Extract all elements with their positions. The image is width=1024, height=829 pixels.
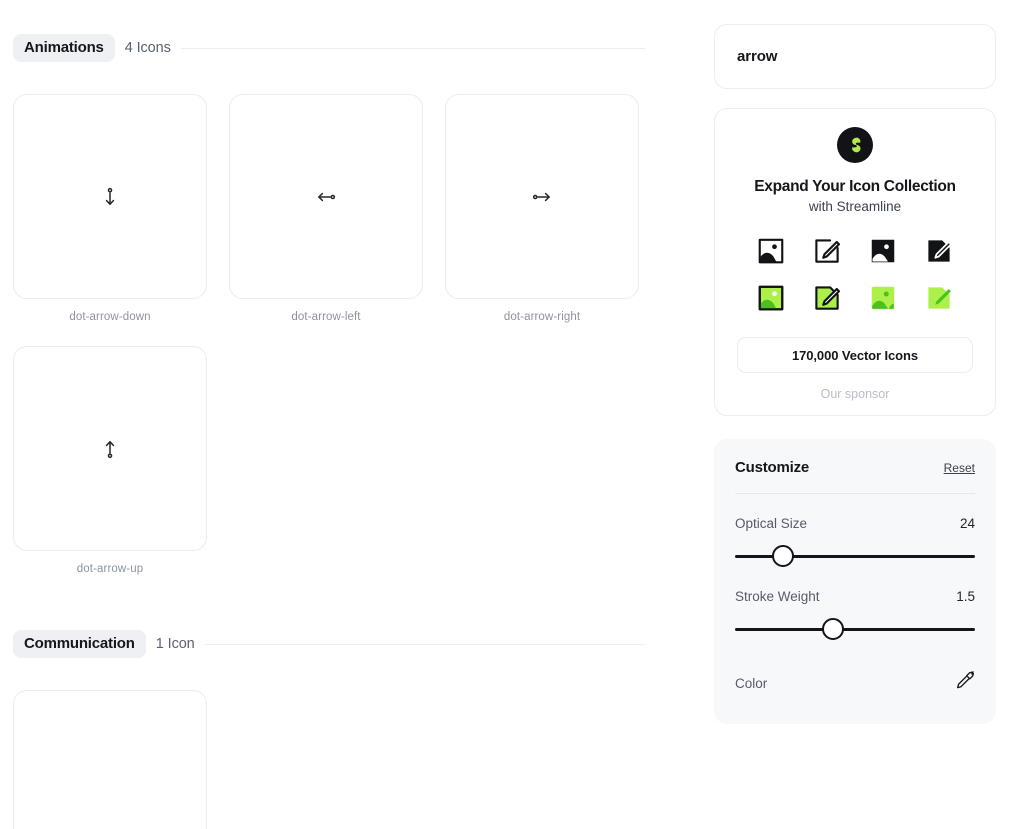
stroke-weight-value: 1.5	[956, 589, 975, 604]
edit-pencil-solid-icon[interactable]	[920, 232, 958, 270]
icon-name-label: dot-arrow-down	[69, 311, 151, 323]
icon-card-dot-arrow-down[interactable]: dot-arrow-down	[13, 94, 207, 323]
image-solid-icon[interactable]	[864, 232, 902, 270]
icon-card-dot-arrow-right[interactable]: dot-arrow-right	[445, 94, 639, 323]
dot-arrow-left-icon	[318, 192, 336, 201]
slider-track[interactable]	[735, 628, 975, 631]
section-divider	[180, 47, 645, 49]
eyedropper-icon[interactable]	[954, 670, 975, 696]
edit-pencil-green-outline-icon[interactable]	[808, 279, 846, 317]
sponsor-icon-showcase	[752, 232, 958, 317]
section-header-communication: Communication 1 Icon	[13, 629, 700, 659]
image-outline-icon[interactable]	[752, 232, 790, 270]
customize-header: Customize Reset	[735, 459, 975, 476]
section-title-communication: Communication	[13, 630, 146, 658]
sponsor-title: Expand Your Icon Collection	[754, 178, 956, 195]
panel-divider	[735, 493, 975, 494]
section-count-communication: 1 Icon	[155, 636, 195, 652]
edit-pencil-outline-icon[interactable]	[808, 232, 846, 270]
icon-name-label: dot-arrow-right	[503, 311, 581, 323]
icon-grid-animations: dot-arrow-down dot-arrow-left dot-arrow-…	[13, 94, 658, 575]
stroke-weight-row: Stroke Weight 1.5	[735, 589, 975, 604]
icon-preview-tile[interactable]	[13, 346, 207, 551]
icon-name-label: dot-arrow-up	[76, 563, 144, 575]
optical-size-value: 24	[959, 516, 975, 531]
reset-button[interactable]: Reset	[944, 461, 975, 475]
color-control: Color	[735, 670, 975, 696]
sidebar: arrow Expand Your Icon Collection with S…	[714, 24, 996, 724]
search-input-value: arrow	[737, 48, 778, 65]
icon-card-communication-1[interactable]	[13, 690, 207, 829]
optical-size-control: Optical Size 24	[735, 516, 975, 567]
slider-thumb[interactable]	[822, 618, 845, 640]
sponsor-card: Expand Your Icon Collection with Streaml…	[714, 108, 996, 416]
sponsor-subtitle: with Streamline	[808, 199, 902, 214]
stroke-weight-control: Stroke Weight 1.5	[735, 589, 975, 640]
icon-card-dot-arrow-up[interactable]: dot-arrow-up	[13, 346, 207, 575]
customize-title: Customize	[735, 459, 810, 476]
search-input[interactable]: arrow	[714, 24, 996, 89]
icon-preview-tile[interactable]	[13, 690, 207, 829]
icon-grid-communication	[13, 690, 658, 829]
dot-arrow-down-icon	[105, 187, 115, 205]
optical-size-row: Optical Size 24	[735, 516, 975, 531]
dot-arrow-up-icon	[105, 440, 115, 458]
section-count-animations: 4 Icons	[124, 40, 171, 56]
vector-icons-cta-button[interactable]: 170,000 Vector Icons	[737, 337, 973, 373]
optical-size-label: Optical Size	[735, 516, 808, 531]
stroke-weight-slider[interactable]	[735, 618, 975, 640]
icon-preview-tile[interactable]	[445, 94, 639, 299]
color-label: Color	[735, 675, 768, 691]
optical-size-slider[interactable]	[735, 545, 975, 567]
sponsor-note: Our sponsor	[820, 387, 890, 401]
edit-pencil-green-solid-icon[interactable]	[920, 279, 958, 317]
slider-thumb[interactable]	[772, 545, 795, 567]
bolt-glyph-icon	[852, 137, 861, 153]
icon-browser-app: Animations 4 Icons dot-arrow-down dot-ar…	[0, 0, 1024, 829]
section-title-animations: Animations	[13, 34, 115, 62]
slider-track[interactable]	[735, 555, 975, 558]
image-green-outline-icon[interactable]	[752, 279, 790, 317]
dot-arrow-right-icon	[532, 192, 550, 201]
image-green-solid-icon[interactable]	[864, 279, 902, 317]
icon-preview-tile[interactable]	[229, 94, 423, 299]
customize-panel: Customize Reset Optical Size 24 Stroke W…	[714, 439, 996, 724]
icon-results-area: Animations 4 Icons dot-arrow-down dot-ar…	[0, 0, 700, 829]
icon-preview-tile[interactable]	[13, 94, 207, 299]
stroke-weight-label: Stroke Weight	[735, 589, 820, 604]
section-divider	[204, 643, 645, 645]
icon-card-dot-arrow-left[interactable]: dot-arrow-left	[229, 94, 423, 323]
cta-label: 170,000 Vector Icons	[792, 347, 918, 363]
streamline-bolt-logo-icon	[837, 127, 873, 163]
section-header-animations: Animations 4 Icons	[13, 33, 700, 63]
icon-name-label: dot-arrow-left	[291, 311, 361, 323]
